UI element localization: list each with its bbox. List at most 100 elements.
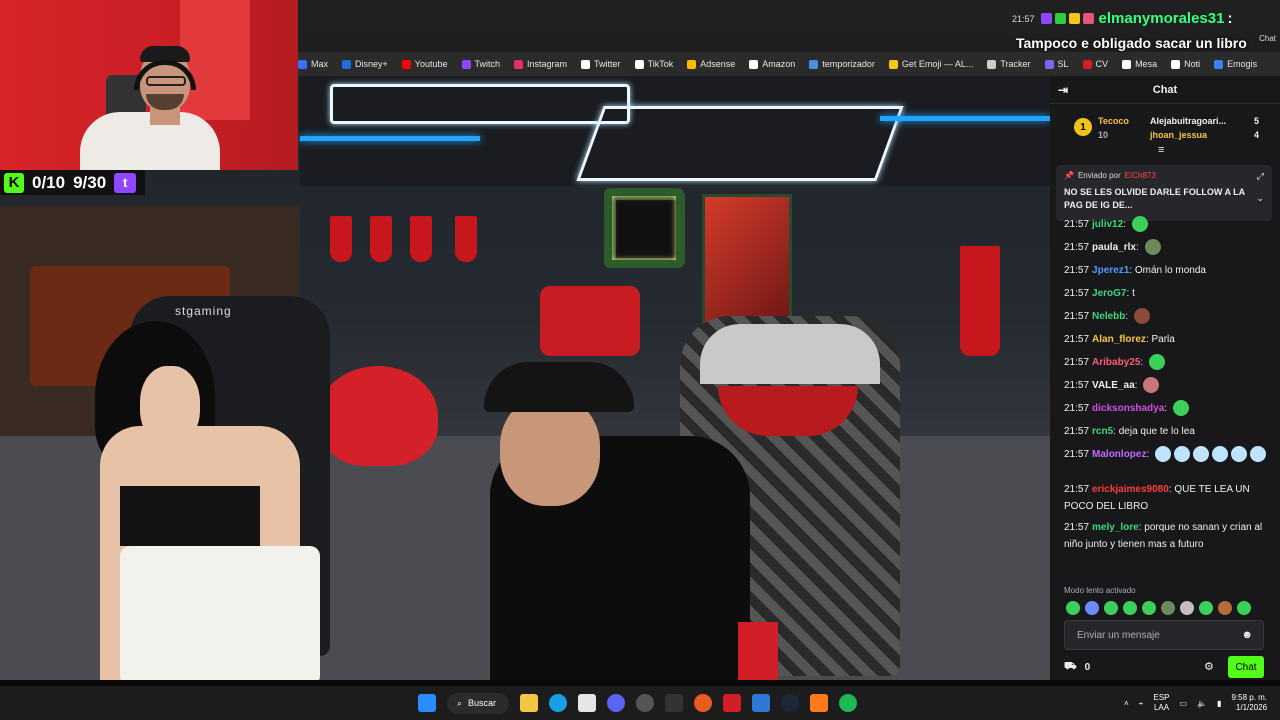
- taskbar-search[interactable]: ⌕ Buscar: [447, 692, 509, 714]
- steam-icon[interactable]: [781, 694, 799, 712]
- emote-icon[interactable]: [1104, 601, 1118, 615]
- bookmark-item[interactable]: Instagram: [514, 59, 567, 69]
- bookmark-item[interactable]: Adsense: [687, 59, 735, 69]
- bookmark-item[interactable]: TikTok: [634, 59, 674, 69]
- emote-icon[interactable]: [1180, 601, 1194, 615]
- send-chat-button[interactable]: Chat: [1228, 656, 1264, 678]
- spotify-icon[interactable]: [839, 694, 857, 712]
- emote-icon[interactable]: [1161, 601, 1175, 615]
- chat-message: 21:57 Aribaby25:: [1064, 354, 1269, 371]
- chevron-up-icon[interactable]: ˄: [1124, 699, 1129, 708]
- message-username[interactable]: Jperez1: [1092, 265, 1129, 276]
- bookmark-item[interactable]: Twitch: [461, 59, 500, 69]
- message-username[interactable]: JeroG7: [1092, 288, 1126, 299]
- message-username[interactable]: juliv12: [1092, 219, 1123, 230]
- bookmark-item[interactable]: CV: [1082, 59, 1108, 69]
- network-icon[interactable]: ⌁: [1139, 699, 1144, 708]
- bookmark-item[interactable]: Disney+: [342, 59, 388, 69]
- message-username[interactable]: Nelebb: [1092, 311, 1125, 322]
- message-time: 21:57: [1064, 311, 1090, 322]
- obs-icon[interactable]: [636, 694, 654, 712]
- message-username[interactable]: erickjaimes9080: [1092, 484, 1169, 495]
- discord-icon[interactable]: [607, 694, 625, 712]
- pinned-message[interactable]: 📌 Enviado por EICh873 NO SE LES OLVIDE D…: [1056, 165, 1272, 221]
- bookmark-item[interactable]: Emogis: [1214, 59, 1257, 69]
- bookmark-item[interactable]: SL: [1044, 59, 1069, 69]
- bookmark-item[interactable]: Twitter: [581, 59, 621, 69]
- overlay-time: 21:57: [1012, 13, 1035, 24]
- clock[interactable]: 9:58 p. m. 1/1/2026: [1231, 693, 1267, 713]
- message-separator: :: [1146, 449, 1153, 460]
- file-explorer-icon[interactable]: [520, 694, 538, 712]
- unpin-icon[interactable]: ⤢: [1257, 171, 1264, 182]
- gear-icon[interactable]: ⚙: [1204, 660, 1214, 673]
- verified-badge-icon: [1054, 13, 1066, 24]
- display-icon[interactable]: ▭: [1180, 699, 1188, 708]
- emote-icon[interactable]: [1085, 601, 1099, 615]
- start-menu-icon[interactable]: [418, 694, 436, 712]
- app-icon[interactable]: [752, 694, 770, 712]
- channel-points[interactable]: ⛟ 0: [1064, 661, 1090, 674]
- emote-bar: [1066, 601, 1251, 615]
- message-username[interactable]: Malonlopez: [1092, 449, 1146, 460]
- neon-light: [576, 106, 904, 181]
- message-separator: :: [1125, 311, 1131, 322]
- epic-games-icon[interactable]: [665, 694, 683, 712]
- app-icon[interactable]: [810, 694, 828, 712]
- bookmark-item[interactable]: Tracker: [987, 59, 1031, 69]
- app-icon[interactable]: [723, 694, 741, 712]
- bookmark-item[interactable]: Noti: [1171, 59, 1200, 69]
- battery-icon[interactable]: ▮: [1217, 699, 1221, 708]
- app-icon[interactable]: [578, 694, 596, 712]
- message-username[interactable]: Aribaby25: [1092, 357, 1140, 368]
- bookmark-label: Adsense: [700, 59, 736, 69]
- neon-light: [330, 84, 630, 124]
- edge-icon[interactable]: [549, 694, 567, 712]
- bookmark-icon: [888, 59, 898, 69]
- message-username[interactable]: Alan_florez: [1092, 334, 1146, 345]
- bookmark-item[interactable]: Youtube: [401, 59, 448, 69]
- message-username[interactable]: paula_rlx: [1092, 242, 1136, 253]
- collapse-chat-icon[interactable]: ⇥: [1058, 83, 1068, 97]
- bookmark-item[interactable]: Get Emoji — AL...: [888, 59, 973, 69]
- message-username[interactable]: dicksonshadya: [1092, 403, 1164, 414]
- search-icon: ⌕: [457, 697, 463, 708]
- pinned-by-user: EICh873: [1124, 171, 1156, 180]
- message-username[interactable]: VALE_aa: [1092, 380, 1135, 391]
- bookmark-label: Mesa: [1135, 59, 1158, 69]
- expand-leaderboard-icon[interactable]: ≡: [1158, 144, 1164, 156]
- taskbar-apps: ⌕ Buscar: [418, 686, 857, 720]
- emote-icon[interactable]: [1218, 601, 1232, 615]
- emote-icon[interactable]: [1066, 601, 1080, 615]
- language-indicator[interactable]: ESP LAA: [1154, 693, 1170, 713]
- slow-mode-notice: Modo lento activado: [1064, 586, 1136, 595]
- bookmark-label: Twitter: [594, 59, 621, 69]
- emote-icon: [1133, 308, 1150, 325]
- leader-second-points: 5: [1254, 116, 1260, 126]
- kick-counter: 0/10: [32, 172, 66, 192]
- bookmark-item[interactable]: Max: [298, 59, 328, 69]
- leaderboard[interactable]: 1 Tecoco 10 Alejabuitragoari... 5 jhoan_…: [1050, 104, 1280, 156]
- emoji-picker-icon[interactable]: ☻: [1241, 629, 1253, 641]
- emote-icon: [1143, 377, 1160, 394]
- neon-blue-strip: [300, 136, 480, 141]
- app-icon[interactable]: [694, 694, 712, 712]
- emote-icon[interactable]: [1237, 601, 1251, 615]
- chat-message: 21:57 Malonlopez:: [1064, 446, 1269, 463]
- bookmark-icon: [987, 59, 997, 69]
- chevron-down-icon[interactable]: ⌄: [1256, 193, 1264, 204]
- chat-input[interactable]: Enviar un mensaje ☻: [1064, 620, 1264, 650]
- emote-icon[interactable]: [1123, 601, 1137, 615]
- bookmark-item[interactable]: Amazon: [749, 59, 795, 69]
- message-username[interactable]: rcn5: [1092, 426, 1113, 437]
- bookmark-item[interactable]: temporizador: [809, 59, 875, 69]
- emote-icon[interactable]: [1199, 601, 1213, 615]
- emote-icon[interactable]: [1142, 601, 1156, 615]
- bookmark-item[interactable]: Mesa: [1122, 59, 1157, 69]
- bookmark-icon: [687, 59, 697, 69]
- bookmark-icon: [401, 59, 411, 69]
- message-username[interactable]: mely_lore: [1092, 522, 1139, 533]
- message-text: deja que te lo lea: [1118, 426, 1195, 437]
- volume-icon[interactable]: 🔈: [1197, 699, 1207, 708]
- bookmark-label: TikTok: [647, 59, 674, 69]
